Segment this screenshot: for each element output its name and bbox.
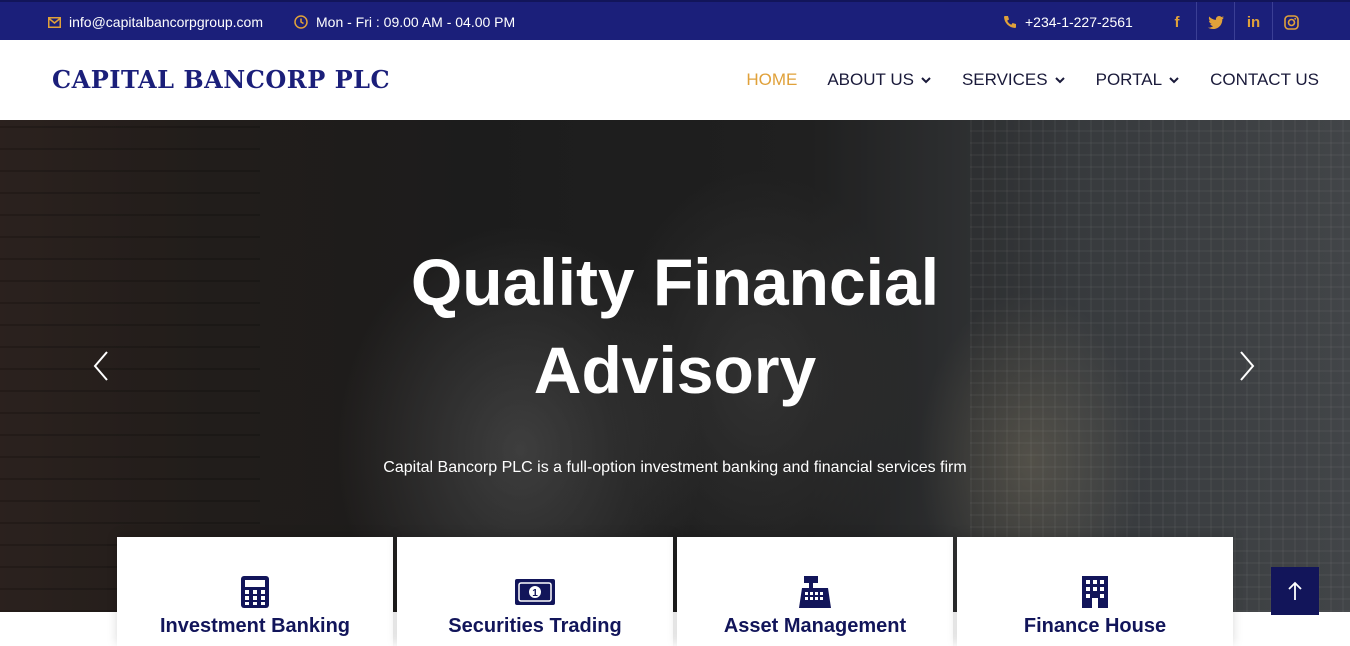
chevron-down-icon bbox=[1054, 77, 1065, 84]
phone-contact[interactable]: +234-1-227-2561 bbox=[1003, 2, 1133, 42]
clock-icon bbox=[294, 15, 308, 29]
envelope-icon bbox=[48, 16, 61, 28]
building-icon bbox=[1082, 575, 1108, 609]
chevron-down-icon bbox=[1169, 77, 1179, 84]
business-hours: Mon - Fri : 09.00 AM - 04.00 PM bbox=[294, 2, 515, 42]
nav-home-label: HOME bbox=[746, 70, 798, 89]
hero-title: Quality Financial Advisory bbox=[0, 238, 1350, 414]
email-contact[interactable]: info@capitalbancorpgroup.com bbox=[48, 2, 263, 42]
email-text: info@capitalbancorpgroup.com bbox=[69, 14, 263, 30]
phone-icon bbox=[1003, 15, 1017, 29]
twitter-icon[interactable] bbox=[1196, 2, 1234, 42]
service-card-finance-house[interactable]: Finance House bbox=[957, 537, 1233, 646]
brand-logo[interactable]: CAPITAL BANCORP PLC bbox=[52, 65, 390, 94]
hero-subtitle: Capital Bancorp PLC is a full-option inv… bbox=[383, 459, 967, 476]
facebook-icon[interactable]: f bbox=[1158, 2, 1196, 42]
calculator-icon bbox=[241, 575, 269, 609]
nav-contact-us-label: CONTACT US bbox=[1210, 70, 1319, 89]
service-title: Securities Trading bbox=[448, 615, 622, 637]
social-links: f in bbox=[1158, 2, 1310, 42]
nav-portal[interactable]: PORTAL bbox=[1096, 70, 1180, 90]
service-card-investment-banking[interactable]: Investment Banking bbox=[117, 537, 393, 646]
nav-contact-us[interactable]: CONTACT US bbox=[1210, 70, 1319, 90]
service-title: Investment Banking bbox=[159, 615, 351, 637]
cash-register-icon bbox=[798, 575, 832, 609]
service-card-asset-management[interactable]: Asset Management bbox=[677, 537, 953, 646]
hero-title-line-1: Quality Financial bbox=[410, 245, 940, 319]
arrow-up-icon bbox=[1288, 581, 1302, 600]
nav-about-us-label: ABOUT US bbox=[827, 70, 914, 89]
nav-portal-label: PORTAL bbox=[1095, 70, 1163, 89]
top-info-bar: info@capitalbancorpgroup.com Mon - Fri :… bbox=[0, 0, 1350, 42]
main-navbar: CAPITAL BANCORP PLC HOME ABOUT US SERVIC… bbox=[0, 40, 1350, 120]
service-title: Finance House bbox=[1023, 615, 1167, 637]
back-to-top-button[interactable] bbox=[1271, 567, 1319, 615]
nav-home[interactable]: HOME bbox=[746, 70, 797, 90]
chevron-left-icon[interactable] bbox=[86, 348, 116, 384]
nav-services[interactable]: SERVICES bbox=[962, 70, 1066, 90]
chevron-down-icon bbox=[921, 77, 931, 84]
instagram-icon[interactable] bbox=[1272, 2, 1310, 42]
service-card-securities-trading[interactable]: 1 Securities Trading bbox=[397, 537, 673, 646]
svg-text:1: 1 bbox=[532, 588, 538, 599]
phone-text: +234-1-227-2561 bbox=[1025, 14, 1133, 30]
main-nav: HOME ABOUT US SERVICES PORTAL CONTACT US bbox=[746, 40, 1319, 120]
hours-text: Mon - Fri : 09.00 AM - 04.00 PM bbox=[316, 14, 516, 30]
linkedin-icon[interactable]: in bbox=[1234, 2, 1272, 42]
nav-services-label: SERVICES bbox=[961, 70, 1048, 89]
service-title: Asset Management bbox=[723, 615, 907, 637]
chevron-right-icon[interactable] bbox=[1232, 348, 1262, 384]
hero-title-line-2: Advisory bbox=[533, 333, 817, 407]
money-bill-icon: 1 bbox=[515, 575, 555, 609]
nav-about-us[interactable]: ABOUT US bbox=[827, 70, 932, 90]
service-cards: Investment Banking 1 Securities Trading bbox=[117, 537, 1233, 646]
